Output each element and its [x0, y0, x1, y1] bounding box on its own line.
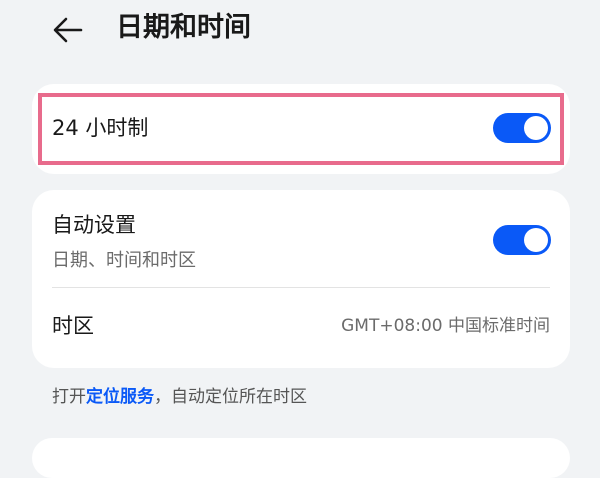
page-title: 日期和时间 — [116, 12, 251, 43]
location-note: 打开定位服务，自动定位所在时区 — [52, 384, 307, 410]
location-note-prefix: 打开 — [52, 387, 86, 407]
hour24-label: 24 小时制 — [52, 116, 149, 140]
arrow-left-icon — [53, 17, 83, 43]
timezone-value: GMT+08:00 中国标准时间 — [341, 316, 550, 336]
hour24-toggle[interactable] — [493, 113, 551, 143]
toggle-knob — [524, 228, 548, 252]
location-note-suffix: ，自动定位所在时区 — [154, 387, 307, 407]
toggle-knob — [524, 116, 548, 140]
location-service-link[interactable]: 定位服务 — [86, 387, 154, 407]
next-card — [32, 438, 570, 478]
auto-set-label: 自动设置 — [52, 213, 136, 237]
back-button[interactable] — [44, 6, 92, 54]
timezone-label: 时区 — [52, 314, 94, 338]
auto-set-subtitle: 日期、时间和时区 — [52, 250, 196, 271]
header: 日期和时间 — [0, 0, 600, 60]
auto-set-toggle[interactable] — [493, 225, 551, 255]
